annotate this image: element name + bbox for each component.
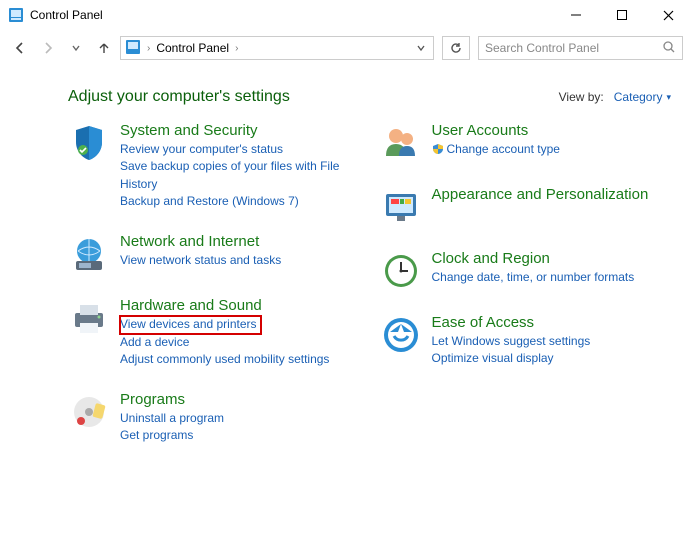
link-suggest-settings[interactable]: Let Windows suggest settings xyxy=(432,333,672,350)
programs-icon xyxy=(68,391,110,433)
link-change-account-type[interactable]: Change account type xyxy=(432,141,672,160)
link-backup-restore[interactable]: Backup and Restore (Windows 7) xyxy=(120,193,360,210)
breadcrumb-root[interactable]: Control Panel xyxy=(156,41,229,55)
content-header: Adjust your computer's settings View by:… xyxy=(0,66,691,110)
globe-icon xyxy=(68,233,110,275)
link-optimize-display[interactable]: Optimize visual display xyxy=(432,350,672,367)
left-column: System and Security Review your computer… xyxy=(68,122,360,445)
category-user-accounts: User Accounts Change account type xyxy=(380,122,672,164)
view-by: View by: Category xyxy=(559,90,671,104)
chevron-right-icon: › xyxy=(235,43,238,54)
category-clock: Clock and Region Change date, time, or n… xyxy=(380,250,672,292)
close-button[interactable] xyxy=(645,0,691,30)
back-button[interactable] xyxy=(8,36,32,60)
page-title: Adjust your computer's settings xyxy=(68,88,559,106)
category-title[interactable]: Clock and Region xyxy=(432,250,672,267)
link-network-status[interactable]: View network status and tasks xyxy=(120,252,360,269)
view-by-dropdown[interactable]: Category xyxy=(614,90,671,104)
category-network: Network and Internet View network status… xyxy=(68,233,360,275)
category-title[interactable]: Programs xyxy=(120,391,360,408)
category-title[interactable]: Network and Internet xyxy=(120,233,360,250)
right-column: User Accounts Change account type Appear… xyxy=(380,122,672,445)
printer-icon xyxy=(68,297,110,339)
chevron-right-icon: › xyxy=(147,43,150,54)
category-title[interactable]: Appearance and Personalization xyxy=(432,186,672,203)
uac-shield-icon xyxy=(432,143,444,160)
address-icon xyxy=(125,39,141,58)
maximize-button[interactable] xyxy=(599,0,645,30)
highlighted-link: View devices and printers xyxy=(120,316,261,334)
search-icon xyxy=(662,40,676,57)
category-ease-of-access: Ease of Access Let Windows suggest setti… xyxy=(380,314,672,368)
clock-icon xyxy=(380,250,422,292)
category-title[interactable]: System and Security xyxy=(120,122,360,139)
link-file-history[interactable]: Save backup copies of your files with Fi… xyxy=(120,158,360,193)
users-icon xyxy=(380,122,422,164)
category-title[interactable]: Ease of Access xyxy=(432,314,672,331)
ease-of-access-icon xyxy=(380,314,422,356)
forward-button[interactable] xyxy=(36,36,60,60)
category-programs: Programs Uninstall a program Get program… xyxy=(68,391,360,445)
control-panel-icon xyxy=(8,7,24,23)
link-view-devices[interactable]: View devices and printers xyxy=(120,316,257,333)
link-uninstall[interactable]: Uninstall a program xyxy=(120,410,360,427)
monitor-icon xyxy=(380,186,422,228)
category-appearance: Appearance and Personalization xyxy=(380,186,672,228)
view-by-label: View by: xyxy=(559,90,604,104)
title-bar: Control Panel xyxy=(0,0,691,30)
nav-toolbar: › Control Panel › xyxy=(0,30,691,66)
link-add-device[interactable]: Add a device xyxy=(120,334,360,351)
refresh-button[interactable] xyxy=(442,36,470,60)
address-bar[interactable]: › Control Panel › xyxy=(120,36,434,60)
up-button[interactable] xyxy=(92,36,116,60)
category-title[interactable]: User Accounts xyxy=(432,122,672,139)
recent-locations-dropdown[interactable] xyxy=(64,36,88,60)
minimize-button[interactable] xyxy=(553,0,599,30)
address-dropdown[interactable] xyxy=(411,38,431,58)
category-system-security: System and Security Review your computer… xyxy=(68,122,360,211)
search-input[interactable] xyxy=(485,41,662,55)
link-date-time-formats[interactable]: Change date, time, or number formats xyxy=(432,269,672,286)
window-title: Control Panel xyxy=(30,8,103,22)
category-title[interactable]: Hardware and Sound xyxy=(120,297,360,314)
search-box[interactable] xyxy=(478,36,683,60)
link-mobility-settings[interactable]: Adjust commonly used mobility settings xyxy=(120,351,360,368)
category-hardware: Hardware and Sound View devices and prin… xyxy=(68,297,360,369)
link-get-programs[interactable]: Get programs xyxy=(120,427,360,444)
link-review-status[interactable]: Review your computer's status xyxy=(120,141,360,158)
categories-grid: System and Security Review your computer… xyxy=(0,110,691,445)
shield-icon xyxy=(68,122,110,164)
